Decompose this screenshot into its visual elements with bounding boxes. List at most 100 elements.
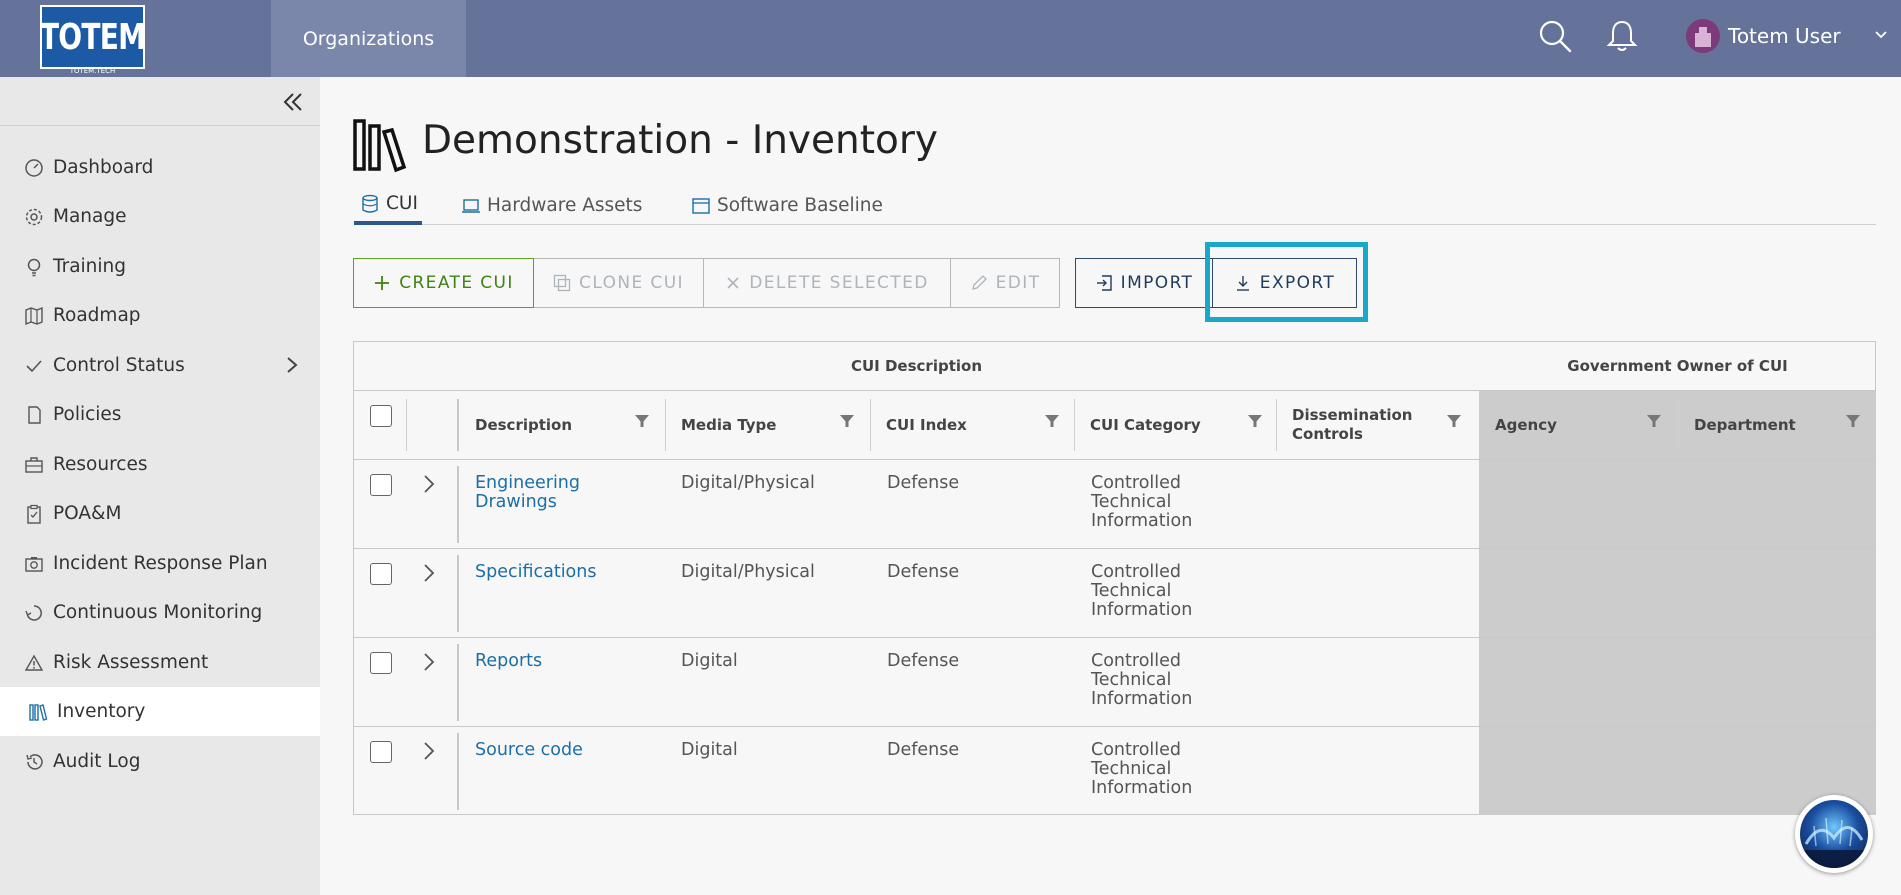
clone-cui-button[interactable]: CLONE CUI bbox=[534, 258, 704, 308]
cui-actions-group: CREATE CUI CLONE CUI DELETE SELECTED EDI… bbox=[353, 258, 1060, 308]
row-checkbox[interactable] bbox=[370, 652, 392, 674]
double-chevron-left-icon[interactable] bbox=[280, 89, 306, 115]
export-highlight-box bbox=[1205, 242, 1368, 322]
search-icon[interactable] bbox=[1537, 18, 1573, 54]
filter-icon[interactable] bbox=[1044, 413, 1060, 429]
cui-category-cell: Controlled Technical Information bbox=[1091, 562, 1193, 620]
sidebar-item-dashboard[interactable]: Dashboard bbox=[0, 143, 320, 192]
aurora-icon bbox=[1800, 800, 1868, 868]
books-icon bbox=[353, 119, 407, 173]
tab-cui[interactable]: CUI bbox=[354, 186, 422, 225]
group-header-government-owner: Government Owner of CUI bbox=[1567, 357, 1788, 375]
sidebar-item-incident-response-plan[interactable]: Incident Response Plan bbox=[0, 539, 320, 588]
sidebar-item-resources[interactable]: Resources bbox=[0, 440, 320, 489]
bell-icon[interactable] bbox=[1604, 18, 1640, 54]
table-row[interactable]: Reports Digital Defense Controlled Techni… bbox=[354, 638, 1875, 727]
chevron-down-icon[interactable] bbox=[1872, 26, 1890, 44]
chevron-right-icon[interactable] bbox=[420, 651, 438, 673]
dashboard-icon bbox=[23, 157, 45, 179]
lightbulb-icon bbox=[23, 256, 45, 278]
delete-selected-button[interactable]: DELETE SELECTED bbox=[704, 258, 951, 308]
sidebar-item-label: Continuous Monitoring bbox=[53, 602, 263, 623]
sidebar-item-poam[interactable]: POA&M bbox=[0, 489, 320, 538]
sidebar-item-roadmap[interactable]: Roadmap bbox=[0, 291, 320, 340]
tab-label: Hardware Assets bbox=[487, 195, 643, 216]
create-cui-label: CREATE CUI bbox=[399, 273, 514, 293]
tab-bar: CUI Hardware Assets Software Baseline bbox=[354, 186, 1876, 225]
logo-text: TOTEM bbox=[39, 16, 146, 58]
import-button[interactable]: IMPORT bbox=[1075, 258, 1213, 308]
cui-index-cell: Defense bbox=[887, 562, 960, 582]
cui-index-cell: Defense bbox=[887, 651, 960, 671]
media-type-cell: Digital bbox=[681, 651, 738, 671]
sidebar-item-label: Control Status bbox=[53, 355, 185, 376]
sidebar-item-inventory[interactable]: Inventory bbox=[0, 687, 320, 736]
warning-icon bbox=[23, 652, 45, 674]
table-header-row: Description Media Type CUI Index CUI Cat… bbox=[354, 390, 1875, 460]
cui-table: CUI Description Government Owner of CUI … bbox=[353, 341, 1876, 815]
description-link[interactable]: Reports bbox=[475, 652, 542, 671]
filter-icon[interactable] bbox=[1446, 413, 1462, 429]
group-header-cui-description: CUI Description bbox=[850, 357, 982, 375]
clipboard-icon bbox=[23, 503, 45, 525]
table-row[interactable]: Specifications Digital/Physical Defense … bbox=[354, 549, 1875, 638]
sidebar-item-label: POA&M bbox=[53, 503, 122, 524]
plus-icon bbox=[375, 276, 390, 290]
assistant-fab-button[interactable] bbox=[1795, 795, 1873, 873]
clone-cui-label: CLONE CUI bbox=[579, 273, 684, 293]
row-checkbox[interactable] bbox=[370, 563, 392, 585]
sidebar-item-continuous-monitoring[interactable]: Continuous Monitoring bbox=[0, 588, 320, 637]
page-title: Demonstration - Inventory bbox=[422, 118, 938, 163]
chevron-right-icon[interactable] bbox=[420, 562, 438, 584]
edit-button[interactable]: EDIT bbox=[951, 258, 1060, 308]
filter-icon[interactable] bbox=[1845, 413, 1861, 429]
chevron-right-icon[interactable] bbox=[420, 473, 438, 495]
sidebar-item-label: Dashboard bbox=[53, 157, 154, 178]
sidebar-item-label: Policies bbox=[53, 404, 122, 425]
cui-category-cell: Controlled Technical Information bbox=[1091, 651, 1193, 709]
import-label: IMPORT bbox=[1120, 273, 1194, 293]
sidebar-item-policies[interactable]: Policies bbox=[0, 390, 320, 439]
cui-index-cell: Defense bbox=[887, 473, 960, 493]
cui-category-cell: Controlled Technical Information bbox=[1091, 473, 1193, 531]
import-icon bbox=[1096, 275, 1112, 291]
user-menu[interactable]: Totem User bbox=[1686, 16, 1841, 56]
nav-organizations[interactable]: Organizations bbox=[271, 0, 466, 77]
select-all-checkbox[interactable] bbox=[370, 405, 392, 427]
tab-hardware-assets[interactable]: Hardware Assets bbox=[461, 186, 642, 225]
filter-icon[interactable] bbox=[1247, 413, 1263, 429]
logo-subtext: TOTEM.TECH bbox=[69, 67, 116, 75]
sidebar-item-risk-assessment[interactable]: Risk Assessment bbox=[0, 638, 320, 687]
filter-icon[interactable] bbox=[839, 413, 855, 429]
tab-software-baseline[interactable]: Software Baseline bbox=[691, 186, 883, 225]
row-checkbox[interactable] bbox=[370, 474, 392, 496]
row-checkbox[interactable] bbox=[370, 741, 392, 763]
table-row[interactable]: Source code Digital Defense Controlled Te… bbox=[354, 727, 1875, 816]
history-icon bbox=[23, 751, 45, 773]
delete-selected-label: DELETE SELECTED bbox=[749, 273, 929, 293]
filter-icon[interactable] bbox=[1646, 413, 1662, 429]
media-type-cell: Digital bbox=[681, 740, 738, 760]
sidebar-item-audit-log[interactable]: Audit Log bbox=[0, 737, 320, 786]
sidebar-item-training[interactable]: Training bbox=[0, 242, 320, 291]
description-link[interactable]: Engineering Drawings bbox=[475, 474, 580, 512]
pencil-icon bbox=[971, 275, 987, 290]
close-icon bbox=[727, 277, 739, 289]
description-link[interactable]: Source code bbox=[475, 741, 583, 760]
avatar bbox=[1686, 19, 1720, 53]
description-link[interactable]: Specifications bbox=[475, 563, 596, 582]
chevron-right-icon[interactable] bbox=[420, 740, 438, 762]
totem-logo[interactable]: TOTEM TOTEM.TECH bbox=[39, 5, 146, 77]
sidebar-item-label: Training bbox=[53, 256, 126, 277]
sidebar-item-label: Resources bbox=[53, 454, 148, 475]
sidebar-item-manage[interactable]: Manage bbox=[0, 192, 320, 241]
sidebar-item-control-status[interactable]: Control Status bbox=[0, 341, 320, 390]
filter-icon[interactable] bbox=[634, 413, 650, 429]
sidebar-item-label: Manage bbox=[53, 206, 127, 227]
create-cui-button[interactable]: CREATE CUI bbox=[353, 258, 534, 308]
window-icon bbox=[691, 196, 711, 216]
column-header-cui-category[interactable]: CUI Category bbox=[1074, 391, 1276, 459]
table-row[interactable]: Engineering Drawings Digital/Physical Def… bbox=[354, 460, 1875, 549]
user-name: Totem User bbox=[1728, 24, 1841, 48]
chevron-right-icon[interactable] bbox=[282, 355, 302, 375]
